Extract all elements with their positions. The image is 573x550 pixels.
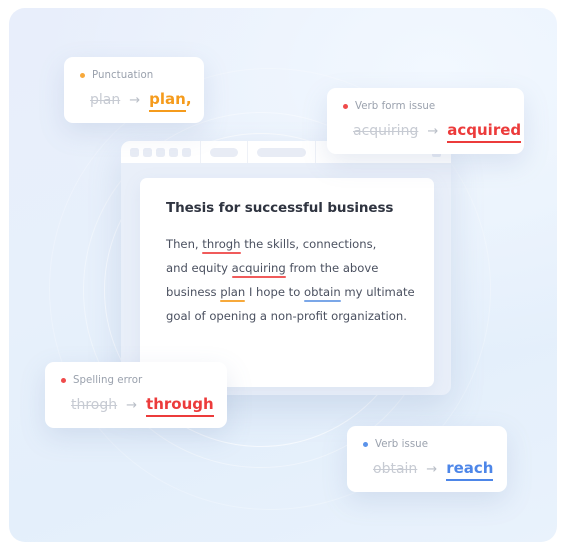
toolbar-pill-long[interactable] bbox=[257, 147, 306, 157]
error-plan[interactable]: plan bbox=[220, 285, 245, 299]
card-header: Spelling error bbox=[61, 375, 211, 386]
toolbar-pill-short[interactable] bbox=[210, 147, 238, 157]
card-header: Verb issue bbox=[363, 439, 491, 450]
toolbar-pill-group-long bbox=[248, 141, 315, 163]
toolbar-dot[interactable] bbox=[156, 147, 165, 157]
card-header: Punctuation bbox=[80, 70, 188, 81]
document-title: Thesis for successful business bbox=[166, 200, 394, 216]
suggestion-card-verb[interactable]: Verb issue obtain → reach bbox=[347, 426, 507, 492]
status-dot-icon bbox=[343, 104, 348, 109]
card-label: Spelling error bbox=[73, 375, 143, 386]
suggestion-card-punctuation[interactable]: Punctuation plan → plan, bbox=[64, 57, 204, 123]
document-body: Then, throgh the skills, connections, an… bbox=[166, 232, 415, 328]
error-throgh[interactable]: throgh bbox=[202, 237, 240, 251]
suggested-word[interactable]: plan, bbox=[149, 90, 191, 108]
toolbar-divider bbox=[315, 141, 316, 163]
text-run: Then, bbox=[166, 237, 203, 251]
original-word: plan bbox=[90, 92, 121, 108]
status-dot-icon bbox=[80, 73, 85, 78]
text-run: my ultimate bbox=[340, 285, 415, 299]
text-run: goal of opening a non-profit organizatio… bbox=[166, 309, 407, 323]
text-run: the skills, connections, bbox=[240, 237, 377, 251]
toolbar-dot-group bbox=[121, 141, 200, 163]
card-header: Verb form issue bbox=[343, 101, 508, 112]
text-run: and equity bbox=[166, 261, 232, 275]
text-run: I hope to bbox=[245, 285, 304, 299]
text-run: business bbox=[166, 285, 221, 299]
card-label: Verb issue bbox=[375, 439, 429, 450]
card-body: throgh → through bbox=[61, 395, 214, 413]
suggestion-card-verb-form[interactable]: Verb form issue acquiring → acquired bbox=[327, 88, 524, 154]
screenshot-root: Thesis for successful business Then, thr… bbox=[0, 0, 573, 550]
original-word: throgh bbox=[71, 397, 118, 413]
suggested-word[interactable]: acquired bbox=[447, 121, 521, 139]
original-word: obtain bbox=[373, 461, 418, 477]
error-obtain[interactable]: obtain bbox=[304, 285, 341, 299]
suggested-word-suffix: , bbox=[185, 90, 192, 108]
suggested-word-text: through bbox=[146, 395, 214, 413]
editor-window: Thesis for successful business Then, thr… bbox=[121, 141, 451, 395]
card-label: Verb form issue bbox=[355, 101, 436, 112]
toolbar-pill-group-short bbox=[201, 141, 247, 163]
document-line: goal of opening a non-profit organizatio… bbox=[166, 304, 408, 328]
suggested-word-text: acquired bbox=[447, 121, 522, 139]
document-line: and equity acquiring from the above bbox=[166, 256, 408, 280]
document-line: business plan I hope to obtain my ultima… bbox=[166, 280, 415, 304]
suggestion-card-spelling[interactable]: Spelling error throgh → through bbox=[45, 362, 227, 428]
arrow-icon: → bbox=[129, 93, 141, 108]
arrow-icon: → bbox=[126, 398, 138, 413]
suggested-word[interactable]: through bbox=[146, 395, 214, 413]
card-label: Punctuation bbox=[92, 70, 154, 81]
document-page: Thesis for successful business Then, thr… bbox=[140, 178, 434, 387]
text-run: from the above bbox=[285, 261, 379, 275]
document-line: Then, throgh the skills, connections, bbox=[166, 232, 408, 256]
suggested-word-text: reach bbox=[446, 459, 494, 477]
error-acquiring[interactable]: acquiring bbox=[232, 261, 286, 275]
card-body: obtain → reach bbox=[363, 459, 493, 477]
toolbar-dot[interactable] bbox=[182, 147, 191, 157]
card-body: plan → plan, bbox=[80, 90, 192, 108]
toolbar-dot[interactable] bbox=[143, 147, 152, 157]
arrow-icon: → bbox=[426, 462, 438, 477]
suggested-word[interactable]: reach bbox=[446, 459, 493, 477]
suggested-word-text: plan bbox=[149, 90, 186, 108]
original-word: acquiring bbox=[353, 123, 419, 139]
toolbar-dot[interactable] bbox=[169, 147, 178, 157]
toolbar-dot[interactable] bbox=[130, 147, 139, 157]
background-panel: Thesis for successful business Then, thr… bbox=[9, 8, 557, 542]
arrow-icon: → bbox=[427, 124, 439, 139]
card-body: acquiring → acquired bbox=[343, 121, 521, 139]
status-dot-icon bbox=[61, 378, 66, 383]
status-dot-icon bbox=[363, 442, 368, 447]
